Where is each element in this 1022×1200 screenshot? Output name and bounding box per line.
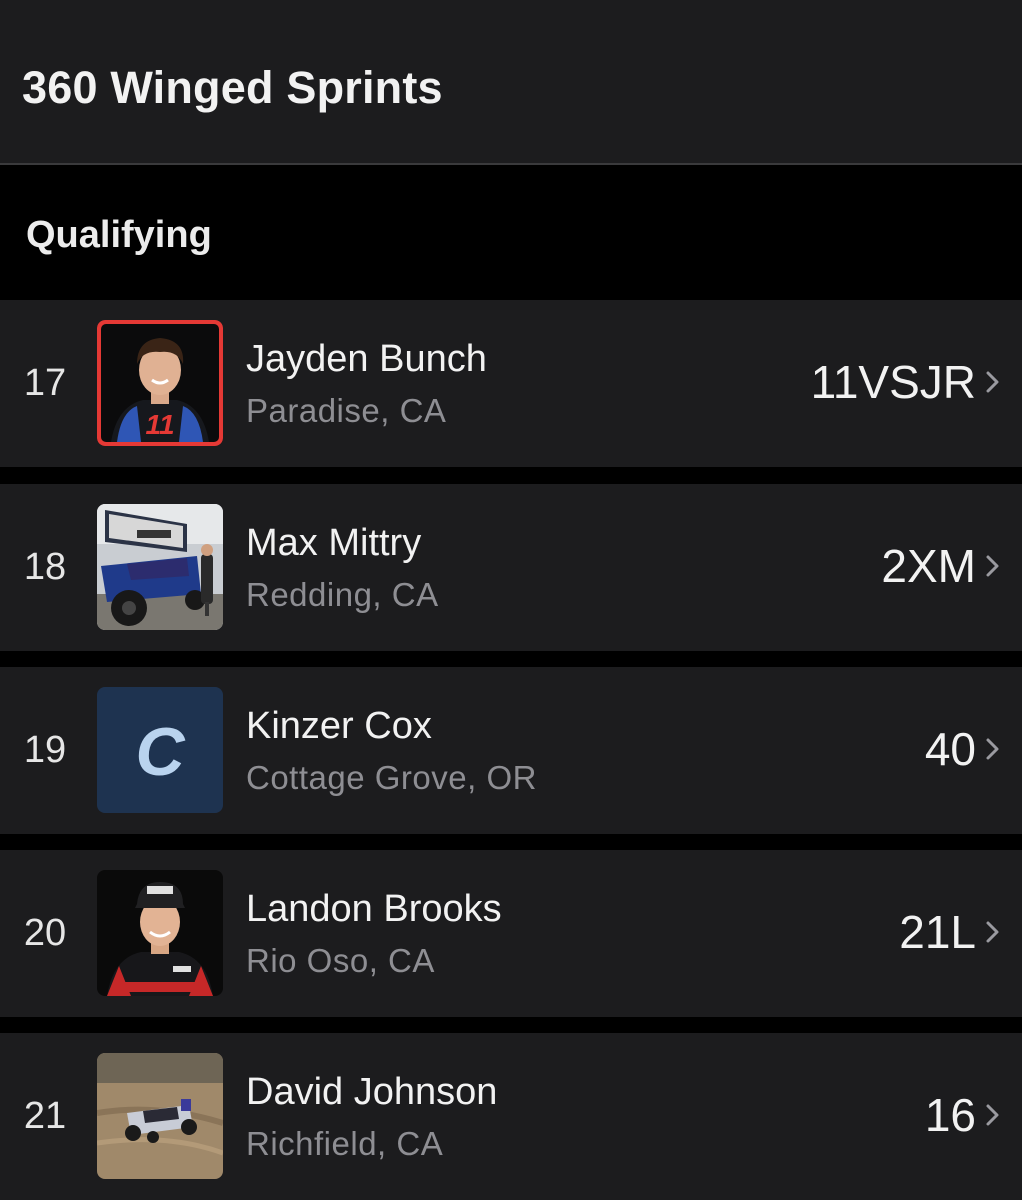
section-title: Qualifying xyxy=(26,214,212,256)
entry-position: 21 xyxy=(23,1095,67,1137)
car-number: 21L xyxy=(899,906,976,958)
driver-name: Max Mittry xyxy=(246,522,422,564)
driver-name: Landon Brooks xyxy=(246,888,502,930)
chevron-right-icon xyxy=(984,1097,1002,1133)
entry-row[interactable]: 19 C Kinzer Cox Cottage Grove, OR 40 xyxy=(0,667,1022,834)
sprint-car-photo xyxy=(97,504,223,630)
driver-location: Paradise, CA xyxy=(246,392,447,429)
driver-name: Jayden Bunch xyxy=(246,338,487,380)
driver-photo-image xyxy=(97,870,223,996)
driver-photo xyxy=(97,870,223,996)
dirt-track-image xyxy=(97,1053,223,1179)
chevron-right-icon xyxy=(984,364,1002,400)
chevron-right-icon xyxy=(984,731,1002,767)
entry-position: 19 xyxy=(23,729,67,771)
chevron-right-icon xyxy=(984,548,1002,584)
car-number: 40 xyxy=(924,723,976,775)
entry-row[interactable]: 21 David Johnson Richfield, CA 16 xyxy=(0,1033,1022,1200)
entry-row[interactable]: 18 Max Mittry Redding, CA 2XM xyxy=(0,484,1022,651)
letter-placeholder-image: C xyxy=(97,687,223,813)
page-title: 360 Winged Sprints xyxy=(22,62,443,113)
entry-row[interactable]: 17 11 Jayden Bunch Paradise, CA 11VSJR xyxy=(0,300,1022,467)
driver-location: Richfield, CA xyxy=(246,1125,444,1162)
driver-location: Rio Oso, CA xyxy=(246,942,435,979)
car-number: 2XM xyxy=(881,540,976,592)
entry-position: 20 xyxy=(23,912,67,954)
driver-location: Redding, CA xyxy=(246,576,439,613)
svg-text:11: 11 xyxy=(145,409,174,440)
entry-position: 18 xyxy=(23,546,67,588)
entry-row[interactable]: 20 Landon Brooks Rio Oso, CA 21L xyxy=(0,850,1022,1017)
placeholder-letter: C xyxy=(135,714,185,790)
car-number: 11VSJR xyxy=(810,356,976,408)
driver-photo-image: 11 xyxy=(97,320,223,446)
driver-name: Kinzer Cox xyxy=(246,705,432,747)
driver-photo: 11 xyxy=(97,320,223,446)
chevron-right-icon xyxy=(984,914,1002,950)
entry-position: 17 xyxy=(23,362,67,404)
driver-location: Cottage Grove, OR xyxy=(246,759,537,796)
letter-placeholder-avatar: C xyxy=(97,687,223,813)
driver-name: David Johnson xyxy=(246,1071,498,1113)
sprint-car-image xyxy=(97,504,223,630)
section-header: Qualifying xyxy=(0,165,1022,300)
page-header: 360 Winged Sprints xyxy=(0,0,1022,165)
dirt-track-car-photo xyxy=(97,1053,223,1179)
car-number: 16 xyxy=(924,1089,976,1141)
